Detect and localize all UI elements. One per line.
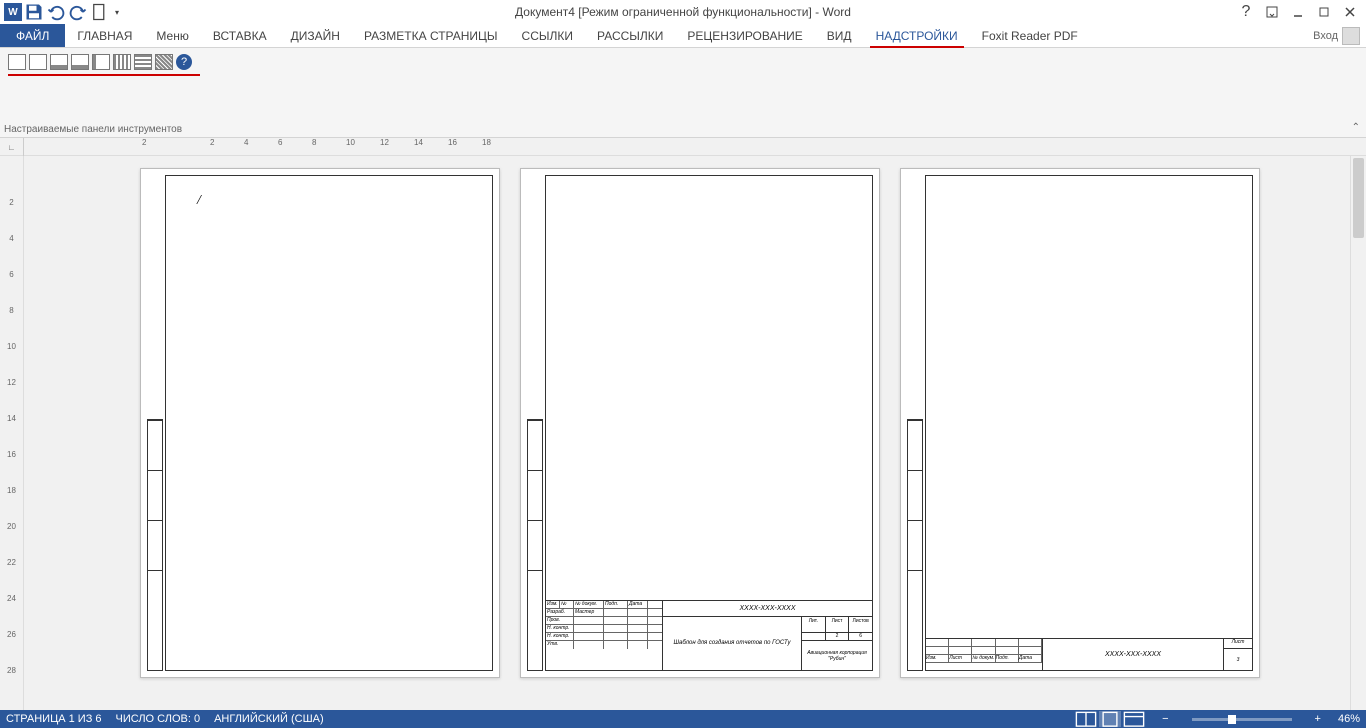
- page-frame: Изм.Лист№ докум.Подп.Дата ХХХХ-ХХХ-ХХХХ …: [925, 175, 1253, 671]
- ribbon-options-icon[interactable]: [1262, 2, 1282, 22]
- status-words[interactable]: ЧИСЛО СЛОВ: 0: [116, 713, 201, 725]
- horizontal-ruler[interactable]: 224681012141618: [24, 138, 1366, 155]
- tab-file[interactable]: ФАЙЛ: [0, 24, 65, 47]
- status-language[interactable]: АНГЛИЙСКИЙ (США): [214, 713, 324, 725]
- minimize-button[interactable]: [1288, 2, 1308, 22]
- tab-home[interactable]: ГЛАВНАЯ: [65, 24, 144, 47]
- status-bar: СТРАНИЦА 1 ИЗ 6 ЧИСЛО СЛОВ: 0 АНГЛИЙСКИЙ…: [0, 710, 1366, 728]
- qat-dropdown-icon[interactable]: ▾: [112, 2, 122, 22]
- view-mode-buttons: [1075, 711, 1145, 727]
- maximize-button[interactable]: [1314, 2, 1334, 22]
- vertical-scrollbar[interactable]: [1350, 156, 1366, 710]
- signin-area[interactable]: Вход: [1313, 24, 1366, 47]
- undo-icon[interactable]: [46, 2, 66, 22]
- frame-btn-4[interactable]: [71, 54, 89, 70]
- text-cursor: /: [197, 193, 201, 209]
- frame-btn-1[interactable]: [8, 54, 26, 70]
- read-mode-icon[interactable]: [1075, 711, 1097, 727]
- ribbon-content: ? Настраиваемые панели инструментов ⌃: [0, 48, 1366, 138]
- user-avatar-icon: [1342, 27, 1360, 45]
- title-bar: W ▾ Документ4 [Режим ограниченной функци…: [0, 0, 1366, 24]
- tab-references[interactable]: ССЫЛКИ: [510, 24, 585, 47]
- frame-btn-6[interactable]: [113, 54, 131, 70]
- page-1[interactable]: /: [140, 168, 500, 678]
- scrollbar-thumb[interactable]: [1353, 158, 1364, 238]
- tab-insert[interactable]: ВСТАВКА: [201, 24, 279, 47]
- tab-design[interactable]: ДИЗАЙН: [279, 24, 352, 47]
- tab-addins[interactable]: НАДСТРОЙКИ: [864, 24, 970, 47]
- zoom-slider-thumb[interactable]: [1228, 715, 1236, 724]
- doc-description: Шаблон для создания отчетов по ГОСТу: [663, 617, 802, 670]
- quick-access-toolbar: W ▾: [0, 2, 122, 22]
- addin-toolbar: ?: [0, 48, 1366, 76]
- zoom-level[interactable]: 46%: [1338, 713, 1360, 725]
- frame-btn-3[interactable]: [50, 54, 68, 70]
- save-icon[interactable]: [24, 2, 44, 22]
- org-name: Авиационная корпорация "Рубин": [802, 641, 872, 670]
- gost-title-block-simple: Изм.Лист№ докум.Подп.Дата ХХХХ-ХХХ-ХХХХ …: [926, 638, 1252, 670]
- tab-layout[interactable]: РАЗМЕТКА СТРАНИЦЫ: [352, 24, 510, 47]
- doc-code: ХХХХ-ХХХ-ХХХХ: [1042, 639, 1224, 670]
- frame-btn-5[interactable]: [92, 54, 110, 70]
- side-stamp: [527, 419, 543, 671]
- web-layout-icon[interactable]: [1123, 711, 1145, 727]
- zoom-slider[interactable]: [1192, 718, 1292, 721]
- ruler-row: ∟ 224681012141618: [0, 138, 1366, 156]
- tab-selector[interactable]: ∟: [0, 138, 24, 156]
- ribbon-group-label: Настраиваемые панели инструментов: [4, 124, 182, 135]
- page-2[interactable]: Изм.№№ докум.Подп.Дата Разраб.Мастер Про…: [520, 168, 880, 678]
- zoom-in-button[interactable]: +: [1312, 713, 1324, 725]
- window-title: Документ4 [Режим ограниченной функционал…: [515, 5, 851, 19]
- help-button[interactable]: ?: [1236, 2, 1256, 22]
- zoom-out-button[interactable]: −: [1159, 713, 1171, 725]
- frame-btn-2[interactable]: [29, 54, 47, 70]
- tab-view[interactable]: ВИД: [815, 24, 864, 47]
- new-doc-icon[interactable]: [90, 2, 110, 22]
- window-controls: ?: [1236, 2, 1366, 22]
- vertical-ruler[interactable]: 246810121416182022242628: [0, 156, 24, 710]
- gost-title-block: Изм.№№ докум.Подп.Дата Разраб.Мастер Про…: [546, 600, 872, 670]
- document-canvas[interactable]: / Изм.№№ докум.Подп.Дата Разраб.Мастер П…: [24, 156, 1350, 710]
- close-button[interactable]: [1340, 2, 1360, 22]
- redo-icon[interactable]: [68, 2, 88, 22]
- page-3[interactable]: Изм.Лист№ докум.Подп.Дата ХХХХ-ХХХ-ХХХХ …: [900, 168, 1260, 678]
- tab-foxit[interactable]: Foxit Reader PDF: [970, 24, 1090, 47]
- tab-review[interactable]: РЕЦЕНЗИРОВАНИЕ: [675, 24, 814, 47]
- addin-underline: [8, 74, 200, 76]
- collapse-ribbon-icon[interactable]: ⌃: [1352, 122, 1360, 133]
- print-layout-icon[interactable]: [1099, 711, 1121, 727]
- page-frame: Изм.№№ докум.Подп.Дата Разраб.Мастер Про…: [545, 175, 873, 671]
- frame-btn-8[interactable]: [155, 54, 173, 70]
- tab-menu[interactable]: Меню: [144, 24, 200, 47]
- side-stamp: [907, 419, 923, 671]
- word-app-icon[interactable]: W: [4, 3, 22, 21]
- addin-help-icon[interactable]: ?: [176, 54, 192, 70]
- page-frame: [165, 175, 493, 671]
- doc-code: ХХХХ-ХХХ-ХХХХ: [663, 601, 872, 617]
- document-area: 246810121416182022242628 / Изм.№№ докум.…: [0, 156, 1366, 710]
- side-stamp: [147, 419, 163, 671]
- tab-mailings[interactable]: РАССЫЛКИ: [585, 24, 675, 47]
- signin-label: Вход: [1313, 30, 1338, 42]
- status-page[interactable]: СТРАНИЦА 1 ИЗ 6: [6, 713, 102, 725]
- frame-btn-7[interactable]: [134, 54, 152, 70]
- ribbon-tabs: ФАЙЛ ГЛАВНАЯ Меню ВСТАВКА ДИЗАЙН РАЗМЕТК…: [0, 24, 1366, 48]
